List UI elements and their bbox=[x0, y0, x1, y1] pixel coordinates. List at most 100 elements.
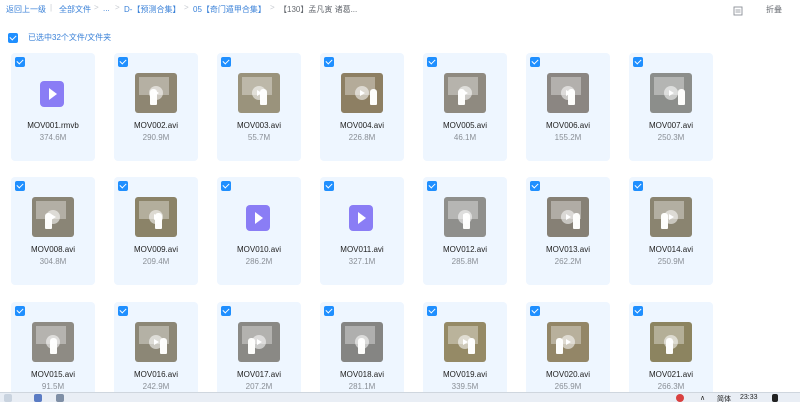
file-checkbox[interactable] bbox=[15, 306, 25, 316]
breadcrumb-item-qimen[interactable]: 05【奇门遁甲合集】 bbox=[193, 4, 266, 15]
file-checkbox[interactable] bbox=[530, 181, 540, 191]
file-size: 339.5M bbox=[451, 382, 479, 391]
video-file-icon bbox=[349, 205, 373, 231]
breadcrumb-item-ellipsis[interactable]: ... bbox=[103, 4, 110, 13]
play-icon bbox=[664, 335, 678, 349]
file-card[interactable]: MOV011.avi 327.1M bbox=[320, 177, 404, 285]
file-size: 304.8M bbox=[39, 257, 67, 266]
file-size: 281.1M bbox=[348, 382, 376, 391]
file-checkbox[interactable] bbox=[221, 57, 231, 67]
file-card[interactable]: MOV008.avi 304.8M bbox=[11, 177, 95, 285]
file-checkbox[interactable] bbox=[15, 181, 25, 191]
video-thumbnail bbox=[238, 73, 280, 113]
file-name: MOV009.avi bbox=[133, 245, 179, 254]
video-thumbnail bbox=[341, 322, 383, 362]
file-card[interactable]: MOV013.avi 262.2M bbox=[526, 177, 610, 285]
file-name: MOV010.avi bbox=[236, 245, 282, 254]
file-card[interactable]: MOV009.avi 209.4M bbox=[114, 177, 198, 285]
file-name: MOV017.avi bbox=[236, 370, 282, 379]
list-view-icon[interactable] bbox=[733, 3, 743, 16]
select-all-row[interactable]: 已选中32个文件/文件夹 bbox=[8, 32, 111, 43]
video-thumbnail bbox=[341, 73, 383, 113]
file-name: MOV018.avi bbox=[339, 370, 385, 379]
video-thumbnail bbox=[32, 197, 74, 237]
file-card[interactable]: MOV006.avi 155.2M bbox=[526, 53, 610, 161]
file-card[interactable]: MOV019.avi 339.5M bbox=[423, 302, 507, 402]
file-name: MOV016.avi bbox=[133, 370, 179, 379]
thumbnail-figure bbox=[370, 89, 377, 105]
file-card[interactable]: MOV012.avi 285.8M bbox=[423, 177, 507, 285]
file-checkbox[interactable] bbox=[530, 57, 540, 67]
breadcrumb-item-all-files[interactable]: 全部文件 bbox=[59, 4, 91, 15]
file-checkbox[interactable] bbox=[221, 181, 231, 191]
file-size: 55.7M bbox=[247, 133, 271, 142]
file-checkbox[interactable] bbox=[324, 306, 334, 316]
breadcrumb-separator: > bbox=[115, 3, 120, 12]
file-card[interactable]: MOV021.avi 266.3M bbox=[629, 302, 713, 402]
video-thumbnail bbox=[444, 197, 486, 237]
app-icon[interactable] bbox=[56, 394, 64, 402]
play-icon bbox=[149, 210, 163, 224]
ime-indicator[interactable]: 简体 bbox=[717, 394, 731, 402]
file-card[interactable]: MOV016.avi 242.9M bbox=[114, 302, 198, 402]
clock[interactable]: 23:33 bbox=[740, 394, 758, 401]
file-card[interactable]: MOV004.avi 226.8M bbox=[320, 53, 404, 161]
file-checkbox[interactable] bbox=[324, 57, 334, 67]
file-name: MOV015.avi bbox=[30, 370, 76, 379]
file-card[interactable]: MOV018.avi 281.1M bbox=[320, 302, 404, 402]
file-card[interactable]: MOV001.rmvb 374.6M bbox=[11, 53, 95, 161]
file-card[interactable]: MOV005.avi 46.1M bbox=[423, 53, 507, 161]
file-card[interactable]: MOV007.avi 250.3M bbox=[629, 53, 713, 161]
file-checkbox[interactable] bbox=[633, 181, 643, 191]
play-icon bbox=[664, 86, 678, 100]
file-card[interactable]: MOV014.avi 250.9M bbox=[629, 177, 713, 285]
app-icon[interactable] bbox=[34, 394, 42, 402]
file-checkbox[interactable] bbox=[427, 57, 437, 67]
play-icon bbox=[355, 86, 369, 100]
video-thumbnail bbox=[444, 73, 486, 113]
back-link[interactable]: 返回上一级 bbox=[6, 4, 46, 15]
file-card[interactable]: MOV002.avi 290.9M bbox=[114, 53, 198, 161]
file-size: 226.8M bbox=[348, 133, 376, 142]
start-icon[interactable] bbox=[4, 394, 12, 402]
file-checkbox[interactable] bbox=[530, 306, 540, 316]
file-size: 262.2M bbox=[554, 257, 582, 266]
video-file-icon bbox=[40, 81, 64, 107]
file-checkbox[interactable] bbox=[427, 181, 437, 191]
file-checkbox[interactable] bbox=[118, 306, 128, 316]
file-checkbox[interactable] bbox=[15, 57, 25, 67]
file-card[interactable]: MOV015.avi 91.5M bbox=[11, 302, 95, 402]
file-checkbox[interactable] bbox=[118, 57, 128, 67]
video-thumbnail bbox=[238, 322, 280, 362]
file-checkbox[interactable] bbox=[633, 306, 643, 316]
file-card[interactable]: MOV017.avi 207.2M bbox=[217, 302, 301, 402]
file-card[interactable]: MOV010.avi 286.2M bbox=[217, 177, 301, 285]
play-icon bbox=[561, 210, 575, 224]
video-thumbnail bbox=[444, 322, 486, 362]
file-size: 265.9M bbox=[554, 382, 582, 391]
file-checkbox[interactable] bbox=[118, 181, 128, 191]
breadcrumb-item-predict[interactable]: D-【预测合集】 bbox=[124, 4, 180, 15]
antivirus-tray-icon[interactable] bbox=[676, 394, 684, 402]
collapse-button[interactable]: 折叠 bbox=[766, 4, 782, 15]
file-name: MOV013.avi bbox=[545, 245, 591, 254]
breadcrumb-separator: | bbox=[50, 3, 53, 12]
thumbnail-figure bbox=[678, 89, 685, 105]
select-all-checkbox[interactable] bbox=[8, 32, 18, 43]
video-thumbnail bbox=[32, 322, 74, 362]
file-checkbox[interactable] bbox=[633, 57, 643, 67]
video-file-icon bbox=[246, 205, 270, 231]
file-card[interactable]: MOV003.avi 55.7M bbox=[217, 53, 301, 161]
file-size: 327.1M bbox=[348, 257, 376, 266]
file-card[interactable]: MOV020.avi 265.9M bbox=[526, 302, 610, 402]
file-checkbox[interactable] bbox=[324, 181, 334, 191]
file-checkbox[interactable] bbox=[427, 306, 437, 316]
file-checkbox[interactable] bbox=[221, 306, 231, 316]
file-name: MOV020.avi bbox=[545, 370, 591, 379]
play-icon bbox=[252, 86, 266, 100]
tray-chevron-icon[interactable]: ∧ bbox=[700, 394, 705, 402]
play-icon bbox=[355, 335, 369, 349]
video-thumbnail bbox=[650, 197, 692, 237]
file-size: 209.4M bbox=[142, 257, 170, 266]
show-desktop-icon[interactable] bbox=[772, 394, 778, 402]
